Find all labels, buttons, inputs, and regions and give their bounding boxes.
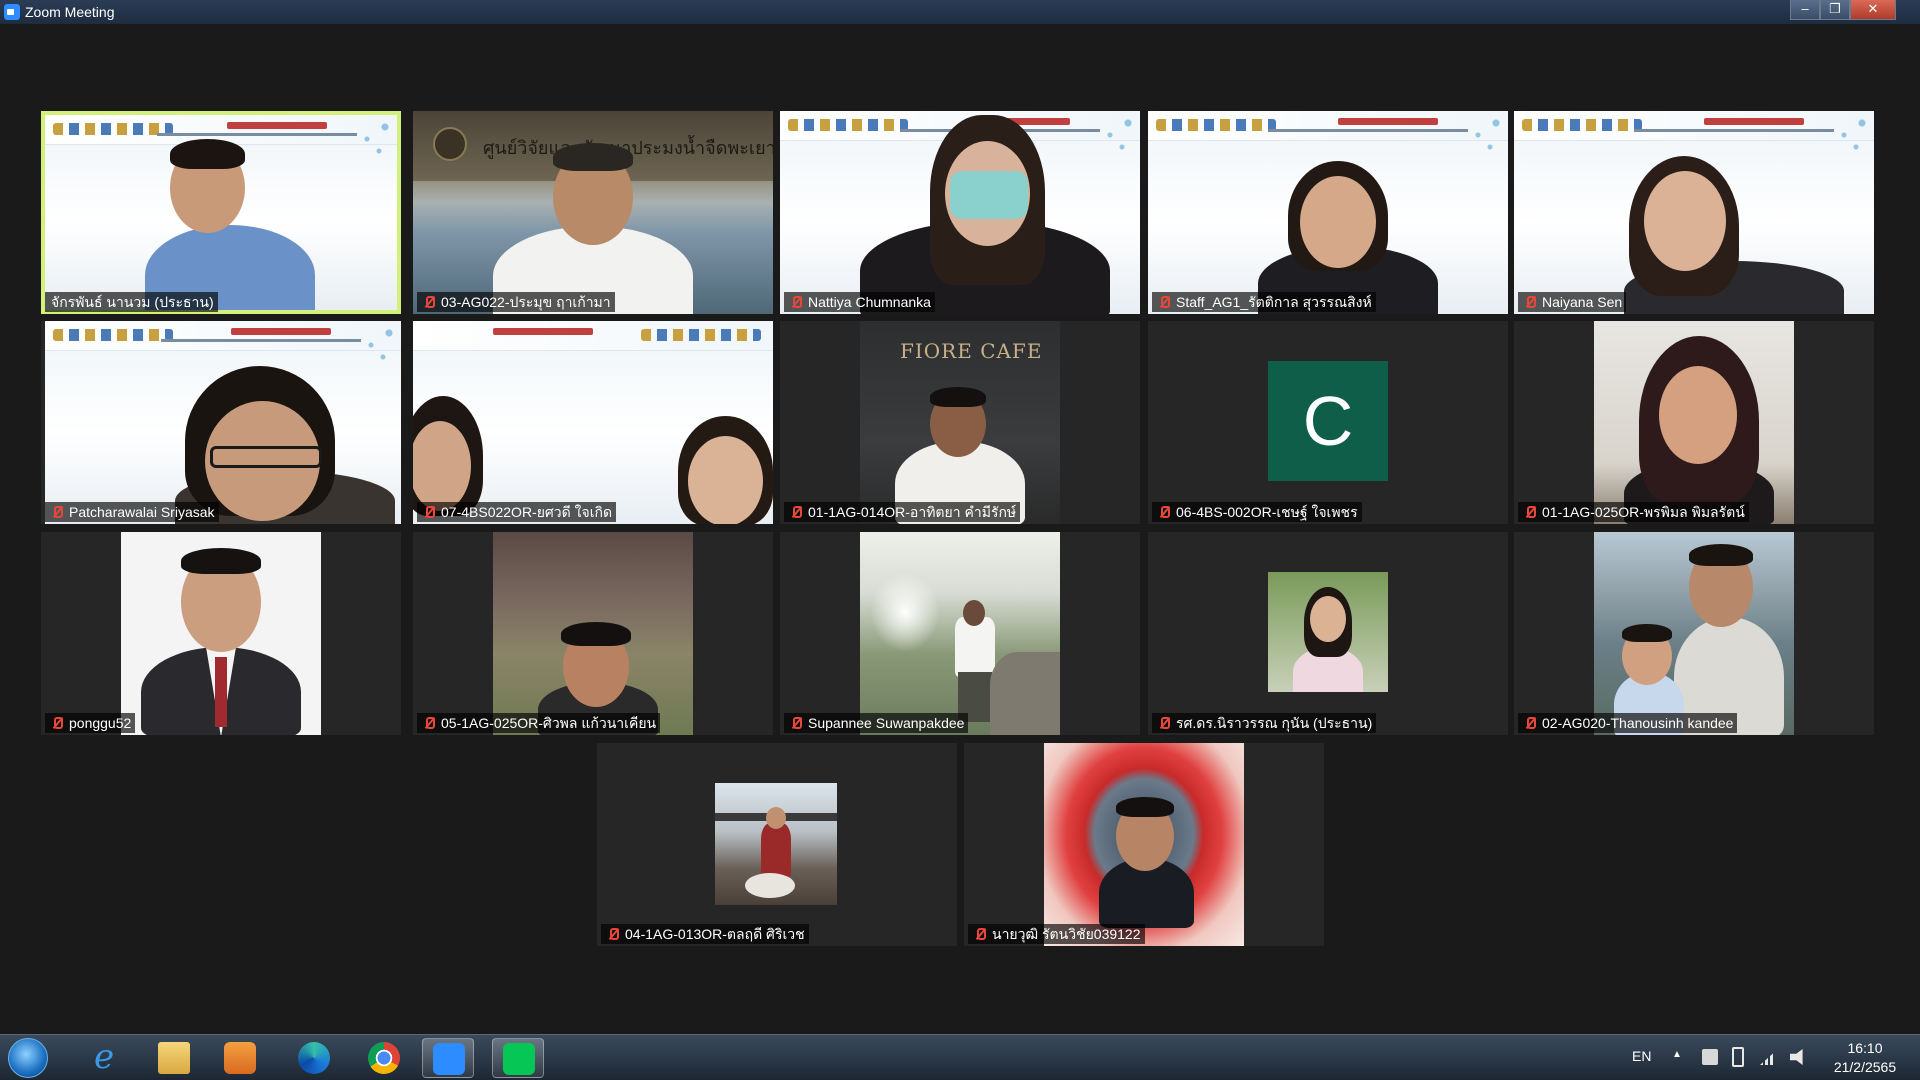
participant-tile[interactable]: C 06-4BS-002OR-เชษฐ์ ใจเพชร bbox=[1148, 321, 1508, 524]
mic-muted-icon bbox=[606, 927, 620, 941]
mic-muted-icon bbox=[789, 295, 803, 309]
chrome-browser-icon[interactable] bbox=[358, 1038, 410, 1078]
participant-tile[interactable]: ponggu52 bbox=[41, 532, 401, 735]
participant-tile[interactable]: 07-4BS022OR-ยศวดี ใจเกิด bbox=[413, 321, 773, 524]
participant-name: นายวุฒิ รัตนวิชัย039122 bbox=[968, 924, 1145, 944]
participant-tile[interactable]: Nattiya Chumnanka bbox=[780, 111, 1140, 314]
participant-name: Staff_AG1_รัตติกาล สุวรรณสิงห์ bbox=[1152, 292, 1376, 312]
language-indicator[interactable]: EN bbox=[1632, 1048, 1651, 1064]
participant-name: 03-AG022-ประมุข ฤาเก้ามา bbox=[417, 292, 615, 312]
mic-muted-icon bbox=[422, 505, 436, 519]
participant-video: ศูนย์วิจัยและพัฒนาประมงน้ำจืดพะเยา bbox=[413, 111, 773, 314]
participant-name: 01-1AG-014OR-อาทิตยา คำมีรักษ์ bbox=[784, 502, 1021, 522]
mic-muted-icon bbox=[1523, 295, 1537, 309]
participant-name: 05-1AG-025OR-ศิวพล แก้วนาเคียน bbox=[417, 713, 661, 733]
mic-muted-icon bbox=[789, 505, 803, 519]
participant-tile[interactable]: 04-1AG-013OR-ตลฤดี ศิริเวช bbox=[597, 743, 957, 946]
participant-tile[interactable]: นายวุฒิ รัตนวิชัย039122 bbox=[964, 743, 1324, 946]
participant-tile[interactable]: Patcharawalai Sriyasak bbox=[41, 321, 401, 524]
participant-tile[interactable]: รศ.ดร.นิราวรรณ กุนัน (ประธาน) bbox=[1148, 532, 1508, 735]
participant-name: รศ.ดร.นิราวรรณ กุนัน (ประธาน) bbox=[1152, 713, 1377, 733]
participant-tile[interactable]: ศูนย์วิจัยและพัฒนาประมงน้ำจืดพะเยา 03-AG… bbox=[413, 111, 773, 314]
participant-tile[interactable]: จักรพันธ์ นานวม (ประธาน) bbox=[41, 111, 401, 314]
mic-muted-icon bbox=[50, 716, 64, 730]
participant-name: Naiyana Sen bbox=[1518, 292, 1627, 312]
window-title: Zoom Meeting bbox=[25, 4, 115, 20]
participant-avatar: C bbox=[1268, 361, 1388, 481]
participant-name: 02-AG020-Thanousinh kandee bbox=[1518, 713, 1738, 733]
participant-video bbox=[1514, 111, 1874, 314]
participant-video bbox=[45, 321, 401, 524]
participant-video bbox=[1148, 111, 1508, 314]
mic-muted-icon bbox=[1157, 505, 1171, 519]
action-center-flag-icon[interactable] bbox=[1702, 1049, 1718, 1065]
battery-icon[interactable] bbox=[1732, 1047, 1744, 1067]
participant-name: Nattiya Chumnanka bbox=[784, 292, 935, 312]
participant-name: 04-1AG-013OR-ตลฤดี ศิริเวช bbox=[601, 924, 809, 944]
volume-icon[interactable] bbox=[1790, 1049, 1803, 1065]
mic-muted-icon bbox=[422, 295, 436, 309]
mic-muted-icon bbox=[1157, 295, 1171, 309]
file-explorer-icon[interactable] bbox=[148, 1038, 200, 1078]
maximize-button[interactable]: ❐ bbox=[1820, 0, 1850, 20]
windows-taskbar: e EN ▲ 16:10 21/2/2565 bbox=[0, 1034, 1920, 1080]
participant-tile[interactable]: 05-1AG-025OR-ศิวพล แก้วนาเคียน bbox=[413, 532, 773, 735]
system-clock[interactable]: 16:10 21/2/2565 bbox=[1820, 1039, 1910, 1077]
participant-name: 07-4BS022OR-ยศวดี ใจเกิด bbox=[417, 502, 617, 522]
participant-video bbox=[780, 111, 1140, 314]
participant-tile[interactable]: FIORE CAFE 01-1AG-014OR-อาทิตยา คำมีรักษ… bbox=[780, 321, 1140, 524]
line-app-icon[interactable] bbox=[492, 1038, 544, 1078]
participant-video bbox=[860, 532, 1060, 735]
participant-video bbox=[413, 321, 773, 524]
network-signal-icon[interactable] bbox=[1760, 1049, 1778, 1065]
internet-explorer-icon[interactable]: e bbox=[78, 1038, 130, 1078]
clock-date: 21/2/2565 bbox=[1833, 1059, 1897, 1075]
mic-muted-icon bbox=[422, 716, 436, 730]
gallery-view: จักรพันธ์ นานวม (ประธาน) ศูนย์วิจัยและพั… bbox=[0, 24, 1920, 1034]
mic-muted-icon bbox=[789, 716, 803, 730]
mic-muted-icon bbox=[1523, 716, 1537, 730]
participant-video bbox=[1594, 532, 1794, 735]
zoom-app-icon bbox=[4, 4, 20, 20]
participant-tile[interactable]: Staff_AG1_รัตติกาล สุวรรณสิงห์ bbox=[1148, 111, 1508, 314]
mic-muted-icon bbox=[1523, 505, 1537, 519]
edge-browser-icon[interactable] bbox=[288, 1038, 340, 1078]
participant-name: 01-1AG-025OR-พรพิมล พิมลรัตน์ bbox=[1518, 502, 1749, 522]
participant-video bbox=[493, 532, 693, 735]
media-player-icon[interactable] bbox=[214, 1038, 266, 1078]
mic-muted-icon bbox=[1157, 716, 1171, 730]
close-button[interactable]: ✕ bbox=[1850, 0, 1896, 20]
participant-tile[interactable]: Naiyana Sen bbox=[1514, 111, 1874, 314]
participant-name: 06-4BS-002OR-เชษฐ์ ใจเพชร bbox=[1152, 502, 1362, 522]
participant-video bbox=[715, 783, 837, 905]
participant-name: Patcharawalai Sriyasak bbox=[45, 502, 219, 522]
participant-video bbox=[1594, 321, 1794, 524]
mic-muted-icon bbox=[973, 927, 987, 941]
participant-name: Supannee Suwanpakdee bbox=[784, 713, 969, 733]
participant-video bbox=[1044, 743, 1244, 946]
participant-tile[interactable]: Supannee Suwanpakdee bbox=[780, 532, 1140, 735]
start-button[interactable] bbox=[8, 1038, 48, 1078]
participant-video: FIORE CAFE bbox=[860, 321, 1060, 524]
minimize-button[interactable]: – bbox=[1790, 0, 1820, 20]
window-titlebar: Zoom Meeting – ❐ ✕ bbox=[0, 0, 1920, 24]
mic-muted-icon bbox=[50, 505, 64, 519]
participant-tile[interactable]: 01-1AG-025OR-พรพิมล พิมลรัตน์ bbox=[1514, 321, 1874, 524]
participant-tile[interactable]: 02-AG020-Thanousinh kandee bbox=[1514, 532, 1874, 735]
participant-video bbox=[121, 532, 321, 735]
participant-name: ponggu52 bbox=[45, 713, 136, 733]
show-hidden-icons-arrow[interactable]: ▲ bbox=[1672, 1049, 1682, 1060]
clock-time: 16:10 bbox=[1847, 1040, 1883, 1056]
participant-video bbox=[45, 115, 397, 310]
participant-name: จักรพันธ์ นานวม (ประธาน) bbox=[45, 292, 218, 312]
zoom-taskbar-icon[interactable] bbox=[422, 1038, 474, 1078]
participant-video bbox=[1268, 572, 1388, 692]
